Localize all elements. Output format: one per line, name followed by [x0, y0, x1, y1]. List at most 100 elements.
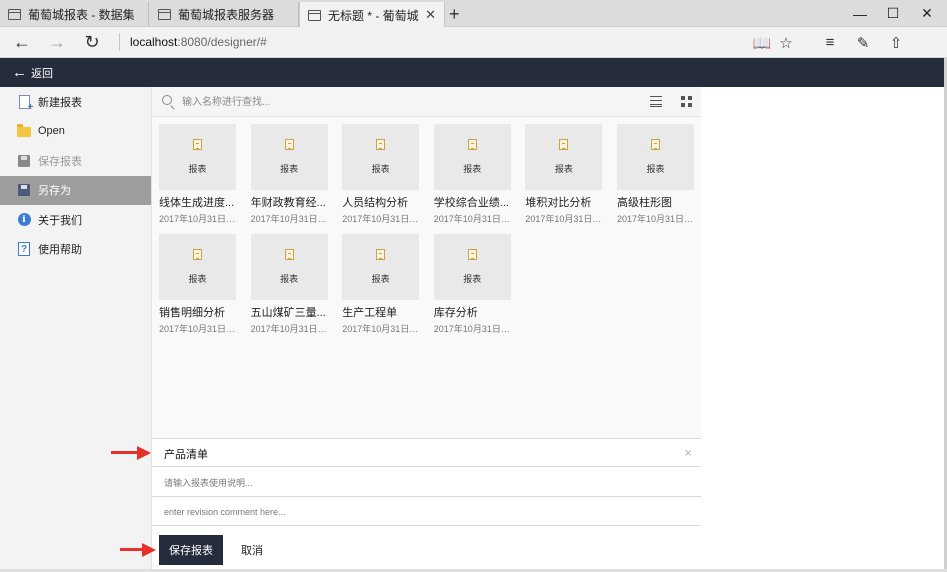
- thumbnail-label: 报表: [463, 274, 482, 284]
- help-icon: ?: [17, 242, 31, 257]
- document-icon: [650, 139, 660, 150]
- report-thumbnail: 报表: [250, 234, 328, 300]
- sidebar-item-help[interactable]: ? 使用帮助: [0, 235, 151, 265]
- report-thumbnail: 报表: [159, 234, 236, 300]
- close-tab-icon[interactable]: ✕: [425, 7, 436, 23]
- url-path: :8080/designer/#: [177, 35, 267, 49]
- thumbnail-label: 报表: [371, 164, 390, 174]
- clear-icon[interactable]: ×: [684, 446, 692, 459]
- browser-tab[interactable]: 葡萄城报表服务器: [150, 2, 299, 27]
- revision-comment-row: [152, 497, 701, 526]
- report-title: 库存分析: [433, 307, 478, 319]
- forward-arrow-icon[interactable]: →: [42, 27, 72, 58]
- report-thumbnail: 报表: [342, 124, 420, 190]
- report-card[interactable]: 报表 销售明细分析 2017年10月31日 ...: [159, 234, 236, 334]
- sidebar-item-label: 保存报表: [38, 155, 82, 168]
- report-card[interactable]: 报表 人员结构分析 2017年10月31日 ...: [342, 124, 420, 224]
- report-card[interactable]: 报表 五山煤矿三量... 2017年10月31日 ...: [250, 234, 328, 334]
- app-header: ← 返回: [0, 58, 944, 87]
- report-date: 2017年10月31日 ...: [250, 214, 328, 224]
- page-icon: [158, 9, 171, 20]
- report-name-row: ×: [152, 438, 701, 467]
- search-bar: [152, 87, 701, 117]
- browser-address-bar: ← → ↻ localhost:8080/designer/# 📖 ☆ ≡ ✎ …: [0, 27, 947, 58]
- document-icon: [376, 139, 386, 150]
- report-date: 2017年10月31日 ...: [433, 324, 511, 334]
- browser-tab-title: 葡萄城报表 - 数据集: [28, 8, 135, 22]
- report-thumbnail: 报表: [433, 124, 511, 190]
- sidebar-item-save-as[interactable]: 另存为: [0, 175, 151, 205]
- thumbnail-label: 报表: [371, 274, 390, 284]
- report-name-input[interactable]: [164, 446, 664, 462]
- web-note-icon[interactable]: ✎: [850, 27, 876, 58]
- report-title: 五山煤矿三量...: [250, 307, 326, 319]
- report-thumbnail: 报表: [250, 124, 328, 190]
- thumbnail-label: 报表: [188, 164, 207, 174]
- report-card[interactable]: 报表 学校综合业绩... 2017年10月31日 ...: [433, 124, 511, 224]
- document-icon: [467, 139, 477, 150]
- folder-icon: [17, 124, 31, 139]
- report-title: 学校综合业绩...: [433, 197, 509, 209]
- report-date: 2017年10月31日 ...: [616, 214, 694, 224]
- hub-icon[interactable]: ≡: [817, 27, 843, 58]
- sidebar-item-new-report[interactable]: 新建报表: [0, 87, 151, 117]
- search-input[interactable]: [182, 94, 482, 110]
- save-disk-icon: [17, 153, 31, 168]
- browser-tab[interactable]: 葡萄城报表 - 数据集: [0, 2, 149, 27]
- list-view-icon[interactable]: [650, 96, 662, 107]
- sidebar-item-label: 使用帮助: [38, 244, 82, 257]
- report-date: 2017年10月31日 ...: [342, 214, 420, 224]
- report-thumbnail: 报表: [159, 124, 236, 190]
- report-card[interactable]: 报表 年财政教育经... 2017年10月31日 ...: [250, 124, 328, 224]
- report-card[interactable]: 报表 堆积对比分析 2017年10月31日 ...: [525, 124, 603, 224]
- report-thumbnail: 报表: [433, 234, 511, 300]
- thumbnail-label: 报表: [280, 274, 299, 284]
- document-icon: [376, 249, 386, 260]
- sidebar-item-save[interactable]: 保存报表: [0, 146, 151, 176]
- report-browser: 报表 线体生成进度... 2017年10月31日 ... 报表 年财政教育经..…: [152, 87, 701, 438]
- page-icon: [8, 9, 21, 20]
- revision-comment-input[interactable]: [164, 504, 664, 520]
- report-card[interactable]: 报表 线体生成进度... 2017年10月31日 ...: [159, 124, 236, 224]
- favorite-star-icon[interactable]: ☆: [773, 27, 799, 58]
- report-date: 2017年10月31日 ...: [159, 324, 236, 334]
- report-date: 2017年10月31日 ...: [525, 214, 603, 224]
- report-title: 堆积对比分析: [525, 197, 592, 209]
- close-window-button[interactable]: ✕: [904, 0, 947, 27]
- report-card[interactable]: 报表 高级柱形图 2017年10月31日 ...: [616, 124, 694, 224]
- sidebar: 新建报表 Open 保存报表 另存为 i 关于我们 ? 使用帮助: [0, 87, 152, 572]
- new-tab-button[interactable]: +: [449, 3, 460, 25]
- save-report-button[interactable]: 保存报表: [159, 535, 223, 565]
- cancel-button[interactable]: 取消: [232, 535, 272, 565]
- document-icon: [559, 139, 569, 150]
- url-field[interactable]: localhost:8080/designer/#: [130, 35, 267, 49]
- sidebar-item-about[interactable]: i 关于我们: [0, 205, 151, 235]
- reading-view-icon[interactable]: 📖: [749, 27, 775, 58]
- share-icon[interactable]: ⇧: [883, 27, 909, 58]
- browser-tab-active[interactable]: 无标题 * - 葡萄城报表-3 ✕: [299, 2, 445, 28]
- report-description-input[interactable]: [164, 475, 664, 491]
- back-arrow-icon[interactable]: ←: [12, 65, 27, 80]
- report-thumbnail: 报表: [342, 234, 420, 300]
- report-date: 2017年10月31日 ...: [159, 214, 236, 224]
- report-card[interactable]: 报表 库存分析 2017年10月31日 ...: [433, 234, 511, 334]
- new-report-icon: [17, 94, 34, 113]
- sidebar-item-label: Open: [38, 125, 65, 138]
- browser-tab-strip: 葡萄城报表 - 数据集 葡萄城报表服务器 无标题 * - 葡萄城报表-3 ✕ +…: [0, 0, 947, 28]
- grid-view-icon[interactable]: [681, 96, 692, 107]
- report-date: 2017年10月31日 ...: [250, 324, 328, 334]
- sidebar-item-label: 另存为: [38, 185, 71, 198]
- document-icon: [193, 139, 202, 150]
- page-icon: [308, 9, 321, 21]
- report-date: 2017年10月31日 ...: [433, 214, 511, 224]
- sidebar-item-open[interactable]: Open: [0, 117, 151, 147]
- annotation-arrow-icon: [111, 446, 151, 460]
- back-link[interactable]: 返回: [31, 65, 53, 81]
- thumbnail-label: 报表: [188, 274, 207, 284]
- document-icon: [467, 249, 477, 260]
- refresh-icon[interactable]: ↻: [77, 27, 107, 58]
- search-icon: [162, 95, 172, 105]
- back-arrow-icon[interactable]: ←: [7, 27, 37, 58]
- sidebar-item-label: 关于我们: [38, 214, 82, 227]
- report-card[interactable]: 报表 生产工程单 2017年10月31日 ...: [342, 234, 420, 334]
